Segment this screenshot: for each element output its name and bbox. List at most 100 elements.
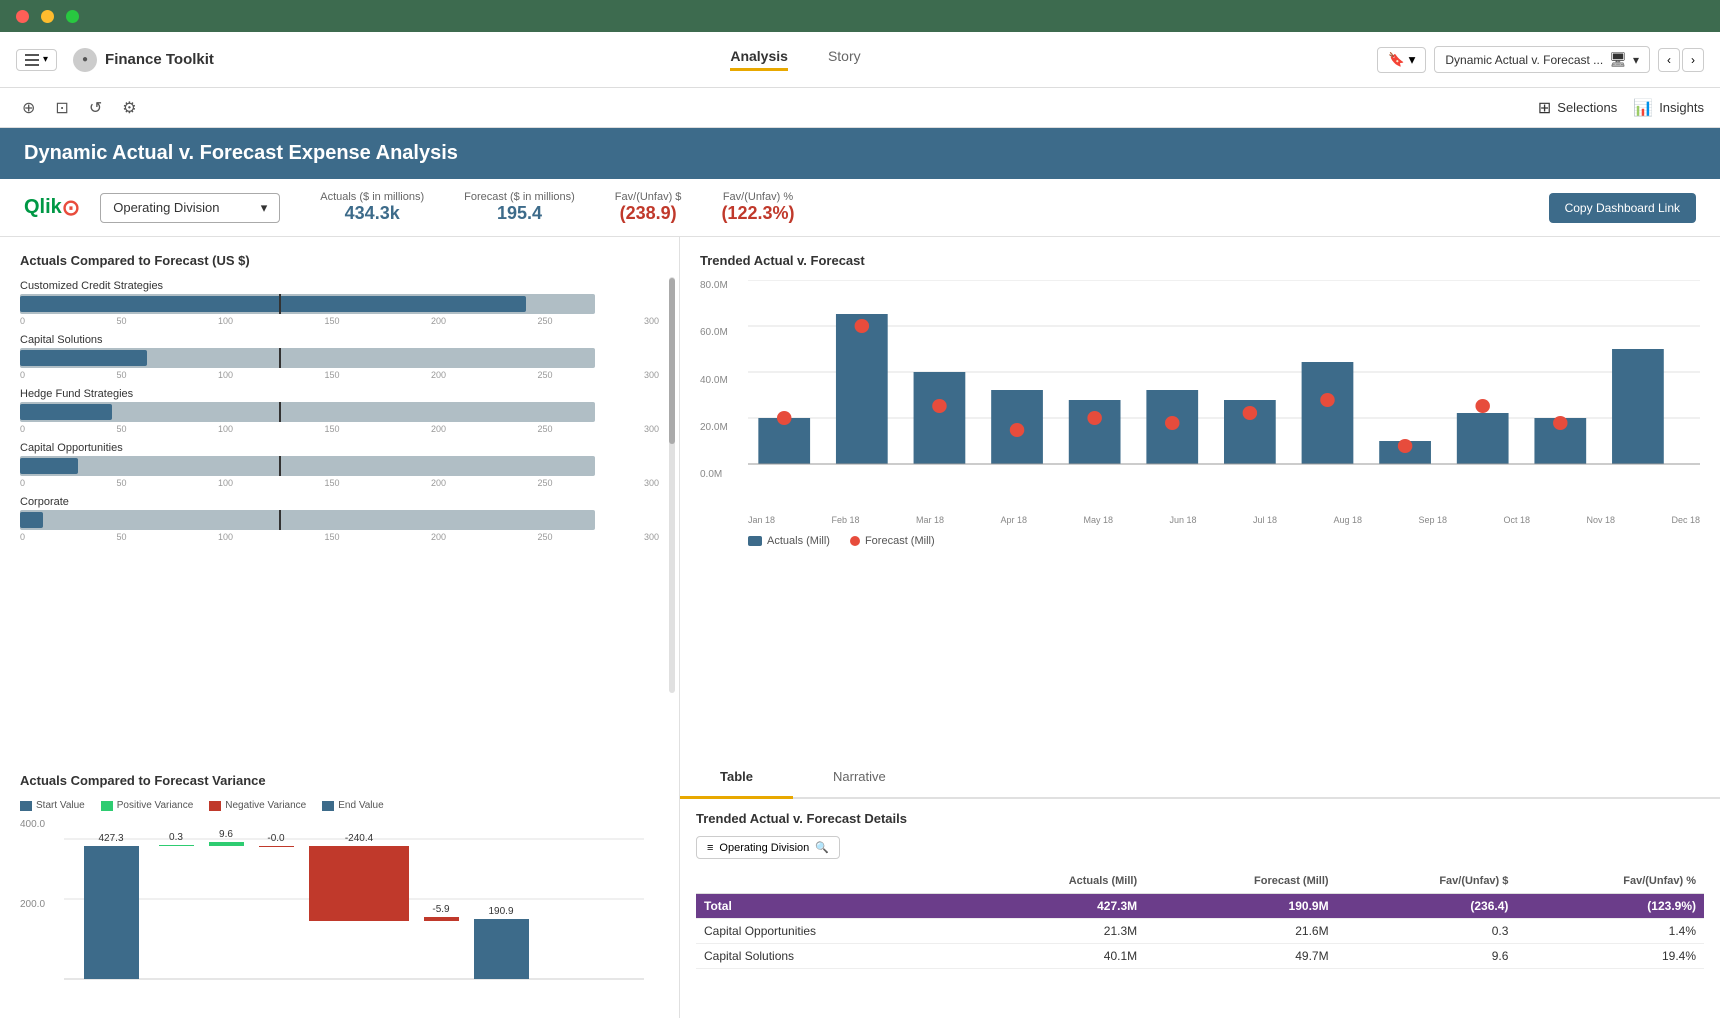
- wf-legend-start-label: Start Value: [36, 800, 85, 811]
- tab-story[interactable]: Story: [828, 48, 861, 71]
- kpi-actuals-label: Actuals ($ in millions): [320, 191, 424, 203]
- row-2-label: Capital Solutions: [696, 944, 967, 969]
- wf-y-label-400: 400.0: [20, 819, 45, 830]
- bookmark-icon: 🔖: [1388, 52, 1405, 68]
- dropdown-arrow: ▾: [261, 200, 268, 216]
- filter-icon: ≡: [707, 842, 713, 854]
- title-bar: [0, 0, 1720, 32]
- y-label-80: 80.0M: [700, 280, 728, 291]
- app-header: ▾ ● Finance Toolkit Analysis Story 🔖 ▾ D…: [0, 32, 1720, 88]
- row-2-fav: 9.6: [1337, 944, 1517, 969]
- selections-button[interactable]: ⊞ Selections: [1538, 98, 1617, 118]
- data-table: Actuals (Mill) Forecast (Mill) Fav/(Unfa…: [696, 869, 1704, 969]
- row-total-fav: (236.4): [1337, 894, 1517, 919]
- waterfall-panel: Actuals Compared to Forecast Variance St…: [0, 757, 680, 1018]
- undo-button[interactable]: ↺: [83, 94, 108, 122]
- svg-text:0.3: 0.3: [169, 832, 183, 843]
- kpi-fav-pct: Fav/(Unfav) % (122.3%): [721, 191, 794, 224]
- row-total-forecast: 190.9M: [1145, 894, 1336, 919]
- bar-row-1: Customized Credit Strategies 05010015020…: [20, 280, 659, 326]
- wf-legend-pos: Positive Variance: [101, 800, 194, 811]
- legend-forecast-dot: [850, 536, 860, 546]
- bar-row-5: Corporate 050100150200250300: [20, 496, 659, 542]
- y-label-20: 20.0M: [700, 422, 728, 433]
- dashboard-title: Dynamic Actual v. Forecast ...: [1445, 53, 1603, 67]
- tab-analysis[interactable]: Analysis: [730, 48, 788, 71]
- settings-button[interactable]: ⚙: [116, 94, 142, 122]
- waterfall-chart-wrapper: 400.0 200.0 427.3 0.3 9.6: [20, 819, 659, 1002]
- kpi-forecast-value: 195.4: [497, 203, 542, 224]
- dimension-dropdown[interactable]: Operating Division ▾: [100, 193, 280, 223]
- bottom-section: Actuals Compared to Forecast Variance St…: [0, 757, 1720, 1018]
- hamburger-icon: [25, 54, 39, 66]
- table-tabs: Table Narrative: [680, 757, 1720, 799]
- chart-icon: 📊: [1633, 98, 1653, 118]
- controls-bar: Qlik ⊙ Operating Division ▾ Actuals ($ i…: [0, 179, 1720, 237]
- traffic-light-red[interactable]: [16, 10, 29, 23]
- toolbar: ⊕ ⊡ ↺ ⚙ ⊞ Selections 📊 Insights: [0, 88, 1720, 128]
- svg-text:-240.4: -240.4: [345, 833, 374, 844]
- row-2-forecast: 49.7M: [1145, 944, 1336, 969]
- bar-axis-5: 050100150200250300: [20, 532, 659, 542]
- wf-legend-end-label: End Value: [338, 800, 383, 811]
- trended-chart-panel: Trended Actual v. Forecast 80.0M 60.0M 4…: [680, 237, 1720, 757]
- bar-axis-1: 050100150200250300: [20, 316, 659, 326]
- legend-forecast-label: Forecast (Mill): [865, 535, 935, 547]
- col-header-fav: Fav/(Unfav) $: [1337, 869, 1517, 894]
- dashboard-selector[interactable]: Dynamic Actual v. Forecast ... 🖥 ▾: [1434, 46, 1650, 73]
- legend-actuals: Actuals (Mill): [748, 535, 830, 547]
- actuals-chart-title: Actuals Compared to Forecast (US $): [20, 253, 659, 268]
- traffic-light-yellow[interactable]: [41, 10, 54, 23]
- y-label-40: 40.0M: [700, 375, 728, 386]
- grid-icon: ⊞: [1538, 98, 1551, 118]
- legend-actuals-rect: [748, 536, 762, 546]
- x-label-apr: Apr 18: [1000, 515, 1027, 525]
- y-label-60: 60.0M: [700, 327, 728, 338]
- insights-button[interactable]: 📊 Insights: [1633, 98, 1704, 118]
- trended-svg: [748, 280, 1700, 510]
- filter-button[interactable]: ≡ Operating Division 🔍: [696, 836, 840, 859]
- nav-tabs: Analysis Story: [230, 48, 1361, 71]
- x-label-nov: Nov 18: [1586, 515, 1615, 525]
- col-header-actuals: Actuals (Mill): [967, 869, 1145, 894]
- kpi-fav: Fav/(Unfav) $ (238.9): [615, 191, 682, 224]
- bar-axis-4: 050100150200250300: [20, 478, 659, 488]
- app-name: Finance Toolkit: [105, 51, 214, 68]
- copy-dashboard-button[interactable]: Copy Dashboard Link: [1549, 193, 1696, 223]
- bar-container-5: [20, 510, 595, 530]
- row-1-fav-pct: 1.4%: [1516, 919, 1704, 944]
- bar-container-2: [20, 348, 595, 368]
- x-label-sep: Sep 18: [1418, 515, 1447, 525]
- kpi-fav-label: Fav/(Unfav) $: [615, 191, 682, 203]
- bookmark-button[interactable]: 🔖 ▾: [1377, 47, 1426, 73]
- selection-box-button[interactable]: ⊡: [49, 94, 74, 122]
- bar-label-5: Corporate: [20, 496, 659, 508]
- qlik-q-icon: ⊙: [62, 195, 80, 221]
- prev-button[interactable]: ‹: [1658, 48, 1680, 72]
- col-header-forecast: Forecast (Mill): [1145, 869, 1336, 894]
- kpi-forecast: Forecast ($ in millions) 195.4: [464, 191, 575, 224]
- tab-narrative[interactable]: Narrative: [793, 757, 926, 799]
- table-row-2: Capital Solutions 40.1M 49.7M 9.6 19.4%: [696, 944, 1704, 969]
- menu-button[interactable]: ▾: [16, 49, 57, 71]
- svg-text:190.9: 190.9: [488, 906, 513, 917]
- col-header-fav-pct: Fav/(Unfav) %: [1516, 869, 1704, 894]
- wf-legend-neg-label: Negative Variance: [225, 800, 306, 811]
- app-logo: ● Finance Toolkit: [73, 48, 214, 72]
- x-label-mar: Mar 18: [916, 515, 944, 525]
- y-axis: 80.0M 60.0M 40.0M 20.0M 0.0M: [700, 280, 728, 480]
- svg-text:9.6: 9.6: [219, 829, 233, 840]
- tab-table[interactable]: Table: [680, 757, 793, 799]
- table-panel: Table Narrative Trended Actual v. Foreca…: [680, 757, 1720, 1018]
- bar-container-4: [20, 456, 595, 476]
- row-1-fav: 0.3: [1337, 919, 1517, 944]
- menu-dropdown-arrow: ▾: [43, 54, 48, 65]
- scroll-thumb[interactable]: [669, 278, 675, 444]
- dashboard-arrow: ▾: [1633, 53, 1639, 67]
- x-label-jun: Jun 18: [1169, 515, 1196, 525]
- x-label-jul: Jul 18: [1253, 515, 1277, 525]
- header-right: 🔖 ▾ Dynamic Actual v. Forecast ... 🖥 ▾ ‹…: [1377, 46, 1704, 73]
- next-button[interactable]: ›: [1682, 48, 1704, 72]
- zoom-in-button[interactable]: ⊕: [16, 94, 41, 122]
- traffic-light-green[interactable]: [66, 10, 79, 23]
